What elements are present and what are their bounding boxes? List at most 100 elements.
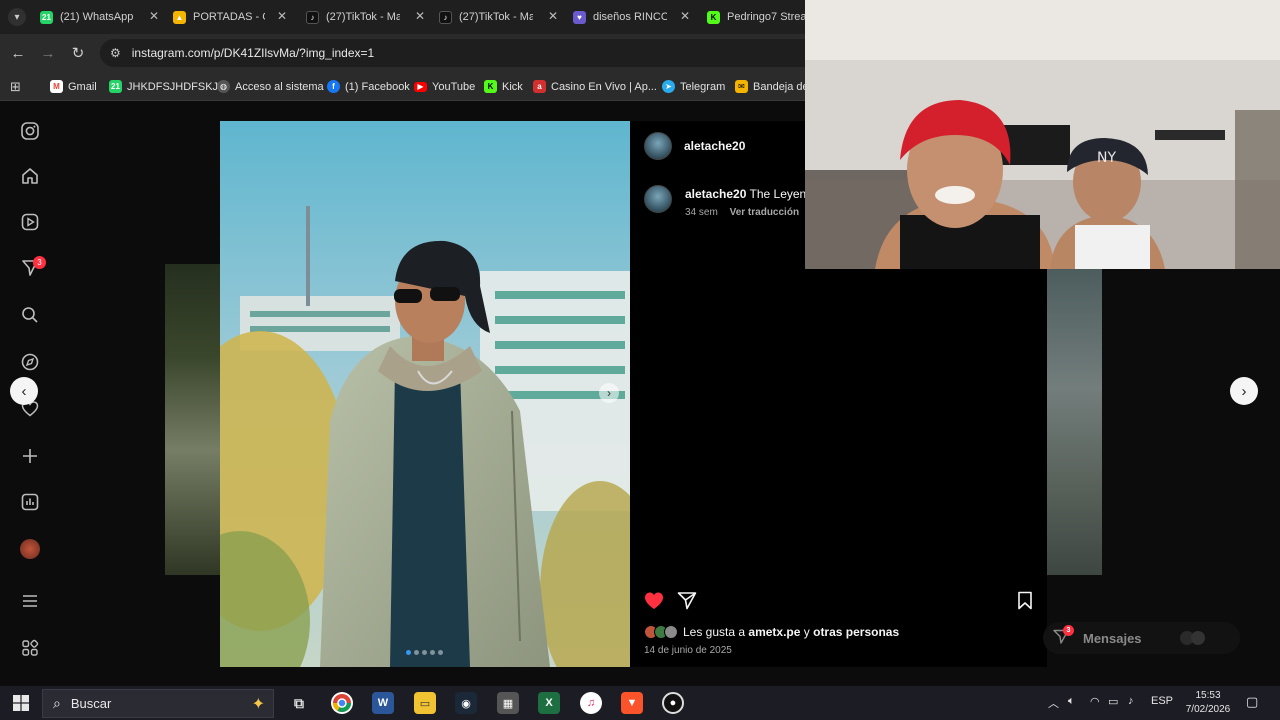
bookmark-acceso[interactable]: ◍ Acceso al sistema [217, 78, 324, 95]
webcam-overlay: NY [805, 0, 1280, 269]
caption-avatar[interactable] [644, 185, 672, 213]
like-heart-icon[interactable] [644, 591, 664, 615]
dashboard-icon[interactable] [18, 490, 42, 514]
windows-taskbar: ⌕ Buscar ✦ ⧉ W ▭ ◉ ▦ X ♫ ▼ ● ︿ 🔈︎ ◠ ▭ ♪ … [0, 686, 1280, 720]
volume-icon[interactable]: 🔈︎ [1068, 695, 1075, 708]
close-tab-icon[interactable]: ✕ [149, 9, 159, 23]
tiktok-icon: ♪ [306, 10, 319, 24]
google-drive-icon: ▲ [173, 10, 186, 24]
itunes-icon[interactable]: ♫ [580, 692, 602, 714]
browser-tab-kick[interactable]: K Pedringo7 Strea [707, 4, 805, 30]
author-username[interactable]: aletache20 [684, 139, 745, 153]
close-tab-icon[interactable]: ✕ [548, 9, 558, 23]
reload-icon[interactable]: ↻ [68, 43, 88, 63]
messages-button[interactable]: 3 Mensajes [1043, 622, 1240, 654]
author-avatar[interactable] [644, 132, 672, 160]
browser-tab-strip: ▾ 21 (21) WhatsApp ✕ ▲ PORTADAS - Go ✕ ♪… [0, 0, 805, 34]
liker-username[interactable]: ametx.pe [748, 625, 800, 639]
explore-icon[interactable] [18, 350, 42, 374]
system-clock[interactable]: 15:53 7/02/2026 [1180, 689, 1236, 717]
carousel-dot [414, 650, 419, 655]
url-text: instagram.com/p/DK41ZIlsvMa/?img_index=1 [131, 46, 375, 60]
bookmark-facebook[interactable]: f (1) Facebook [327, 78, 410, 95]
messages-badge: 3 [1063, 625, 1074, 636]
browser-tab-disenos[interactable]: ♥ diseños RINCON ✕ [573, 4, 696, 30]
browser-tab-portadas[interactable]: ▲ PORTADAS - Go ✕ [173, 4, 293, 30]
caption-username[interactable]: aletache20 [685, 187, 746, 201]
liker-avatar [664, 625, 678, 639]
share-icon[interactable] [677, 591, 697, 615]
close-tab-icon[interactable]: ✕ [415, 9, 425, 23]
close-tab-icon[interactable]: ✕ [680, 9, 690, 23]
previous-post-button[interactable]: ‹ [10, 377, 38, 405]
svg-text:NY: NY [1097, 150, 1116, 166]
next-post-preview[interactable] [1047, 264, 1102, 575]
taskbar-search[interactable]: ⌕ Buscar ✦ [42, 689, 274, 718]
tab-search-dropdown-icon[interactable]: ▾ [8, 8, 26, 26]
browser-tab-tiktok-1[interactable]: ♪ (27)TikTok - Mak ✕ [306, 4, 431, 30]
bookmark-whatsapp[interactable]: 21 JHKDFSJHDFSKJL [109, 78, 224, 95]
telegram-icon: ➤ [662, 80, 675, 93]
carousel-dot [438, 650, 443, 655]
forward-icon[interactable]: → [38, 43, 58, 63]
close-tab-icon[interactable]: ✕ [277, 9, 287, 23]
webcam-video-frame: NY [805, 0, 1280, 269]
bookmark-youtube[interactable]: ▶ YouTube [414, 78, 475, 95]
youtube-icon: ▶ [414, 81, 427, 92]
bookmark-kick[interactable]: K Kick [484, 78, 523, 95]
word-icon[interactable]: W [372, 692, 394, 714]
bookmark-bandeja[interactable]: ✉ Bandeja de [735, 78, 809, 95]
next-post-button[interactable]: › [1230, 377, 1258, 405]
profile-avatar[interactable] [18, 537, 42, 561]
bookmarks-bar: ⊞ M Gmail 21 JHKDFSJHDFSKJL ◍ Acceso al … [0, 72, 809, 101]
address-bar[interactable]: ⚙ instagram.com/p/DK41ZIlsvMa/?img_index… [100, 39, 805, 67]
task-view-icon[interactable]: ⧉ [288, 692, 310, 714]
wifi-icon[interactable]: ◠ [1090, 695, 1100, 708]
whatsapp-icon: 21 [40, 10, 53, 24]
calculator-icon[interactable]: ▦ [497, 692, 519, 714]
create-plus-icon[interactable] [18, 444, 42, 468]
search-icon[interactable] [18, 303, 42, 327]
home-icon[interactable] [18, 164, 42, 188]
browser-tab-tiktok-2[interactable]: ♪ (27)TikTok - Mak ✕ [439, 4, 564, 30]
casino-icon: a [533, 80, 546, 93]
caption: aletache20 The Leyend [685, 187, 813, 201]
obs-icon[interactable]: ● [662, 692, 684, 714]
input-language[interactable]: ESP [1151, 695, 1173, 707]
back-icon[interactable]: ← [8, 43, 28, 63]
battery-icon[interactable]: ▭ [1108, 695, 1118, 708]
windows-start-icon[interactable] [10, 692, 32, 714]
messages-label: Mensajes [1083, 630, 1142, 646]
likes-summary[interactable]: Les gusta a ametx.pe y otras personas [644, 625, 899, 639]
caption-meta: 34 sem Ver traducción [685, 207, 799, 218]
excel-icon[interactable]: X [538, 692, 560, 714]
bookmark-gmail[interactable]: M Gmail [50, 78, 97, 95]
carousel-next-button[interactable]: › [599, 383, 619, 403]
previous-post-preview[interactable] [165, 264, 221, 575]
file-explorer-icon[interactable]: ▭ [414, 692, 436, 714]
see-translation-link[interactable]: Ver traducción [730, 207, 799, 218]
chrome-icon[interactable] [331, 692, 353, 714]
speaker-icon[interactable]: ♪ [1128, 695, 1134, 707]
post-photo[interactable]: › [220, 121, 630, 667]
facebook-icon: f [327, 80, 340, 93]
show-hidden-icons-icon[interactable]: ︿ [1048, 695, 1059, 711]
bookmark-casino[interactable]: a Casino En Vivo | Ap... [533, 78, 657, 95]
brave-icon[interactable]: ▼ [621, 692, 643, 714]
clock-date: 7/02/2026 [1185, 704, 1231, 715]
reels-icon[interactable] [18, 210, 42, 234]
other-likers-link[interactable]: otras personas [813, 625, 899, 639]
notification-center-icon[interactable]: ▢ [1246, 694, 1258, 710]
kick-icon: K [484, 80, 497, 93]
mail-icon: ✉ [735, 80, 748, 93]
browser-tab-whatsapp[interactable]: 21 (21) WhatsApp ✕ [40, 4, 165, 30]
steam-icon[interactable]: ◉ [455, 692, 477, 714]
menu-icon[interactable] [18, 589, 42, 613]
also-from-meta-icon[interactable] [18, 636, 42, 660]
apps-grid-icon[interactable]: ⊞ [10, 78, 21, 95]
notification-badge: 3 [33, 256, 46, 269]
instagram-logo-icon[interactable] [18, 119, 42, 143]
site-settings-icon[interactable]: ⚙ [110, 46, 121, 60]
save-bookmark-icon[interactable] [1016, 591, 1034, 615]
bookmark-telegram[interactable]: ➤ Telegram [662, 78, 725, 95]
